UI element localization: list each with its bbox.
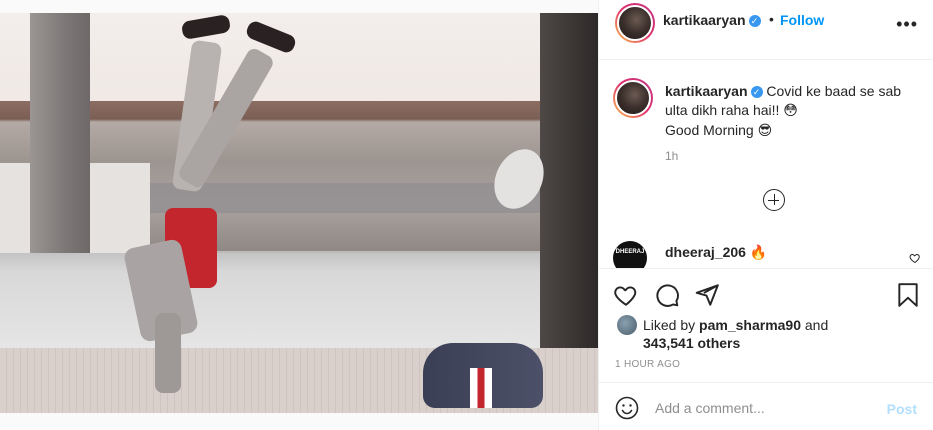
author-username-text[interactable]: kartikaaryan (663, 12, 746, 28)
header-separator: • (769, 11, 774, 27)
liker-avatar[interactable] (617, 315, 637, 335)
add-comment-icon[interactable] (763, 189, 785, 211)
caption-author-avatar[interactable] (613, 78, 653, 118)
author-username[interactable]: kartikaaryan ✓ (663, 12, 761, 28)
likes-count[interactable]: 343,541 others (643, 335, 740, 351)
right-pillar (540, 13, 598, 373)
comment-icon[interactable] (654, 282, 680, 308)
share-icon[interactable] (694, 282, 720, 308)
more-icon[interactable]: ••• (896, 14, 918, 35)
caption-timestamp[interactable]: 1h (665, 149, 678, 163)
follow-button[interactable]: Follow (780, 12, 824, 28)
post-image[interactable] (0, 13, 598, 413)
bookmark-icon[interactable] (895, 282, 921, 308)
flushed-emoji: 😳 (783, 103, 798, 119)
emoji-icon[interactable] (615, 396, 639, 420)
duffel-bag-stripe (470, 368, 492, 408)
avatar-image (617, 5, 653, 41)
comment-box-divider (599, 382, 933, 383)
fire-emoji: 🔥 (749, 245, 768, 261)
sunglasses-emoji: 😎 (757, 123, 773, 139)
comment-row: dheeraj_206 🔥 (665, 244, 767, 261)
liked-by-prefix: Liked by (643, 317, 696, 333)
commenter-username[interactable]: dheeraj_206 (665, 244, 746, 260)
liker-username[interactable]: pam_sharma90 (699, 317, 801, 333)
caption-username[interactable]: kartikaaryan (665, 83, 748, 99)
post-time-ago[interactable]: 1 HOUR AGO (615, 359, 680, 370)
actions-divider (599, 268, 933, 269)
liked-by-conjunction: and (804, 317, 829, 333)
post-comment-button[interactable]: Post (887, 401, 917, 417)
person-arm (155, 313, 181, 393)
heart-icon[interactable] (613, 282, 639, 308)
comment-like-heart-icon[interactable] (909, 252, 921, 264)
verified-badge-icon: ✓ (748, 15, 761, 27)
add-comment-input[interactable] (655, 396, 875, 420)
likes-summary: Liked by pam_sharma90 and 343,541 others (643, 316, 828, 352)
commenter-avatar[interactable]: DHEERAJ (613, 241, 649, 268)
commenter-avatar-text: DHEERAJ (613, 241, 647, 268)
post-caption: kartikaaryan ✓ Covid ke baad se sab ulta … (665, 82, 920, 141)
avatar-image (615, 80, 651, 116)
verified-badge-icon: ✓ (750, 86, 763, 98)
caption-text-line2: Good Morning (665, 122, 754, 138)
parapet-wall (0, 253, 540, 348)
post-panel: kartikaaryan ✓ • Follow ••• kartikaaryan ✓… (598, 0, 933, 430)
author-avatar[interactable] (615, 3, 655, 43)
post-header: kartikaaryan ✓ • Follow ••• (599, 0, 933, 60)
person-shoe-left (180, 13, 232, 41)
post-photo-area (0, 0, 598, 430)
